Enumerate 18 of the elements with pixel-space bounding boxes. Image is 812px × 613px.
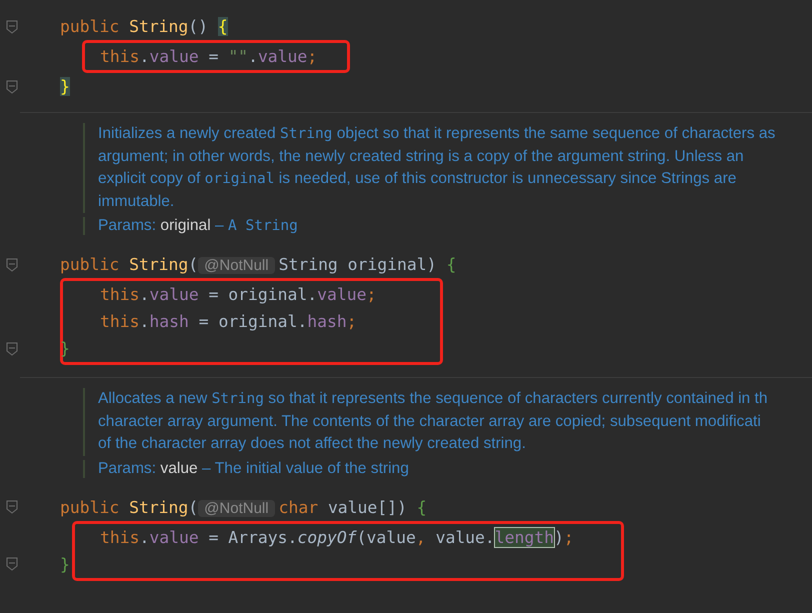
doc-params: Params: original – A String bbox=[98, 217, 299, 235]
code-line: public String() { bbox=[60, 17, 228, 36]
doc-comment: Initializes a newly created String object so that it represents the same sequence of characters as argument; in other words, the newly created string is a copy of the argument string. Unless an explicit copy of original is needed, use of this constructor is unnecessary since Strings are immutable. bbox=[83, 123, 776, 213]
code-line: this.value = Arrays.copyOf(value, value.length); bbox=[99, 528, 574, 546]
fold-icon[interactable] bbox=[6, 20, 18, 34]
doc-params: Params: value – The initial value of the string bbox=[98, 460, 410, 478]
fold-icon[interactable] bbox=[6, 342, 18, 356]
code-line: this.value = "".value; bbox=[99, 47, 318, 66]
doc-comment: Allocates a new String so that it represents the sequence of characters currently contained in th character array argument. The contents of the character array are copied; subsequent modificati of the character array does not affect the newly created string. bbox=[83, 388, 768, 456]
code-line: public String( @NotNull char value[]) { bbox=[60, 498, 427, 516]
fold-icon[interactable] bbox=[6, 500, 18, 514]
code-line: this.value = original.value; bbox=[99, 285, 376, 304]
fold-icon[interactable] bbox=[6, 80, 18, 94]
fold-icon[interactable] bbox=[6, 258, 18, 272]
fold-icon[interactable] bbox=[6, 557, 18, 571]
code-line: } bbox=[60, 554, 70, 574]
code-line: public String( @NotNull String original) { bbox=[60, 255, 456, 274]
code-line: this.hash = original.hash; bbox=[99, 312, 357, 331]
